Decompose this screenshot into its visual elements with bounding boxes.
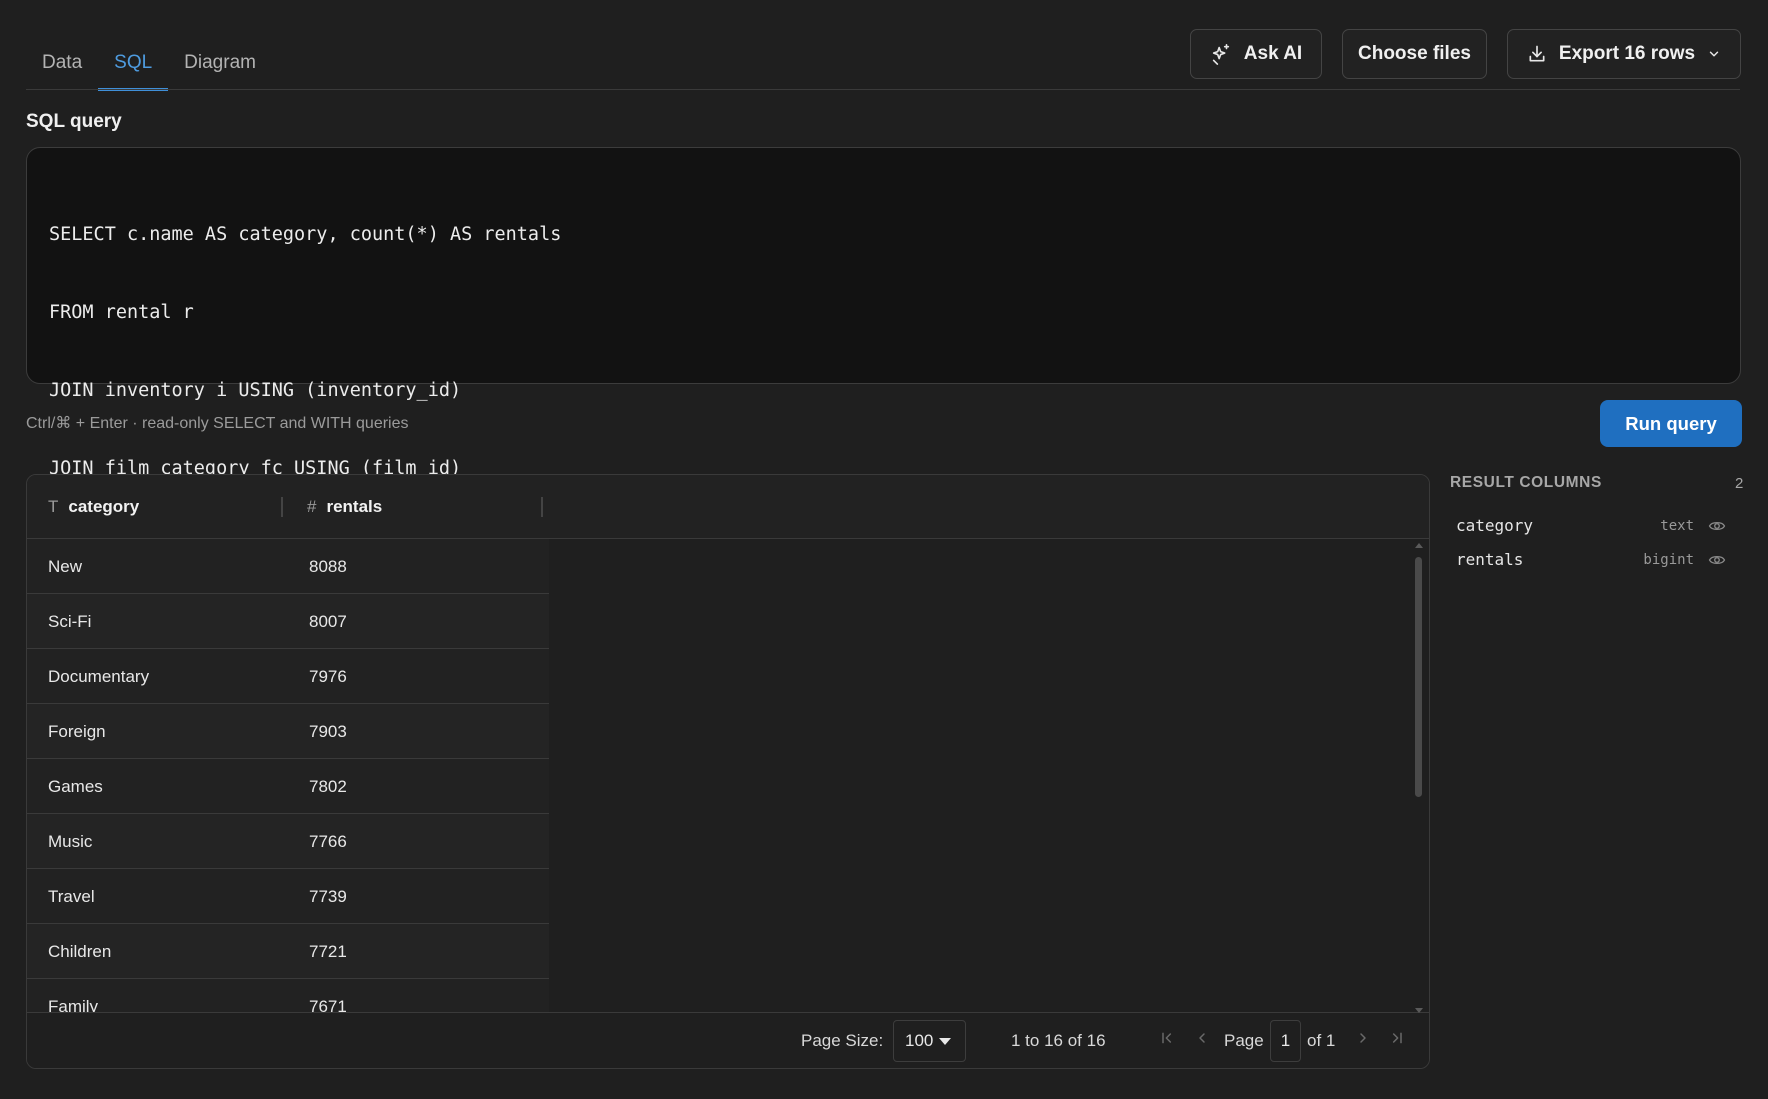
- column-type: text: [1660, 518, 1694, 534]
- sql-line: SELECT c.name AS category, count(*) AS r…: [49, 224, 562, 245]
- export-label: Export 16 rows: [1558, 43, 1696, 64]
- cell-rentals: 8088: [309, 556, 347, 576]
- table-row[interactable]: New 8088: [27, 539, 549, 594]
- eye-icon[interactable]: [1708, 551, 1726, 574]
- table-row[interactable]: Family 7671: [27, 979, 549, 1013]
- last-page-button[interactable]: [1387, 1029, 1407, 1051]
- export-button[interactable]: Export 16 rows: [1507, 29, 1741, 79]
- table-row[interactable]: Games 7802: [27, 759, 549, 814]
- sql-editor[interactable]: SELECT c.name AS category, count(*) AS r…: [26, 147, 1741, 635]
- ask-ai-label: Ask AI: [1243, 43, 1303, 64]
- table-row[interactable]: Foreign 7903: [27, 704, 549, 759]
- scroll-down-arrow[interactable]: [1415, 1008, 1423, 1013]
- ask-ai-button[interactable]: Ask AI: [1190, 29, 1322, 79]
- column-resize-handle[interactable]: [541, 497, 543, 517]
- cell-rentals: 7739: [309, 886, 347, 906]
- sql-line: JOIN inventory i USING (inventory_id): [49, 380, 462, 401]
- result-column-item: category text: [1450, 510, 1740, 542]
- next-page-button[interactable]: [1353, 1029, 1373, 1051]
- tab-diagram[interactable]: Diagram: [168, 36, 272, 90]
- cell-category: Games: [48, 776, 103, 796]
- pagination-bar: Page Size: 100 1 to 16 of 16 Page 1 of 1: [27, 1012, 1429, 1068]
- cell-category: Travel: [48, 886, 95, 906]
- result-column-item: rentals bigint: [1450, 544, 1740, 576]
- tab-sql[interactable]: SQL: [98, 36, 169, 91]
- result-columns-title: RESULT COLUMNS: [1450, 474, 1602, 491]
- cell-category: Sci-Fi: [48, 611, 92, 631]
- table-row[interactable]: Travel 7739: [27, 869, 549, 924]
- cell-rentals: 7721: [309, 941, 347, 961]
- cell-rentals: 7903: [309, 721, 347, 741]
- chevron-down-icon: [1707, 47, 1721, 61]
- table-row[interactable]: Documentary 7976: [27, 649, 549, 704]
- column-name: rentals: [1456, 550, 1524, 569]
- first-page-icon: [1159, 1030, 1175, 1051]
- eye-icon[interactable]: [1708, 517, 1726, 540]
- column-header-category[interactable]: T category: [48, 475, 139, 539]
- column-header-label: category: [68, 497, 140, 516]
- tab-divider: [26, 89, 1740, 90]
- tab-data[interactable]: Data: [26, 36, 98, 90]
- results-grid: T category # rentals New 8088 Sci-Fi 800…: [26, 474, 1430, 1069]
- column-resize-handle[interactable]: [281, 497, 283, 517]
- page-number-input[interactable]: 1: [1270, 1020, 1301, 1062]
- page-size-select[interactable]: 100: [893, 1020, 966, 1062]
- run-query-button[interactable]: Run query: [1600, 400, 1742, 447]
- vertical-scrollbar[interactable]: [1413, 543, 1423, 1013]
- caret-down-icon: [939, 1037, 952, 1045]
- result-columns-count: 2: [1735, 475, 1744, 492]
- cell-category: Children: [48, 941, 112, 961]
- cell-rentals: 8007: [309, 611, 347, 631]
- column-type: bigint: [1643, 552, 1694, 568]
- cell-category: Foreign: [48, 721, 106, 741]
- cell-category: Family: [48, 996, 99, 1014]
- cell-rentals: 7766: [309, 831, 347, 851]
- chevron-left-icon: [1194, 1030, 1210, 1051]
- text-type-icon: T: [48, 497, 59, 516]
- cell-category: Documentary: [48, 666, 150, 686]
- cell-category: Music: [48, 831, 93, 851]
- grid-header: T category # rentals: [27, 475, 1429, 539]
- sql-line: FROM rental r: [49, 302, 194, 323]
- row-range: 1 to 16 of 16: [1011, 1031, 1106, 1050]
- last-page-icon: [1389, 1030, 1405, 1051]
- table-row[interactable]: Children 7721: [27, 924, 549, 979]
- shortcut-hint: Ctrl/⌘ + Enter · read-only SELECT and WI…: [26, 415, 409, 432]
- first-page-button[interactable]: [1157, 1029, 1177, 1051]
- page-label: Page: [1224, 1031, 1264, 1050]
- page-size-value: 100: [905, 1031, 934, 1050]
- tab-bar: Data SQL Diagram: [26, 36, 272, 91]
- column-name: category: [1456, 516, 1534, 535]
- page-size-label: Page Size:: [801, 1031, 884, 1050]
- cell-category: New: [48, 556, 83, 576]
- cell-rentals: 7976: [309, 666, 347, 686]
- cell-rentals: 7802: [309, 776, 347, 796]
- choose-files-button[interactable]: Choose files: [1342, 29, 1487, 79]
- table-row[interactable]: Sci-Fi 8007: [27, 594, 549, 649]
- choose-files-label: Choose files: [1358, 43, 1471, 64]
- chevron-right-icon: [1355, 1030, 1371, 1051]
- table-row[interactable]: Music 7766: [27, 814, 549, 869]
- column-header-label: rentals: [326, 497, 383, 516]
- previous-page-button[interactable]: [1192, 1029, 1212, 1051]
- number-type-icon: #: [307, 497, 317, 516]
- grid-body: New 8088 Sci-Fi 8007 Documentary 7976 Fo…: [27, 539, 1429, 1013]
- download-icon: [1527, 44, 1547, 64]
- cell-rentals: 7671: [309, 996, 347, 1014]
- scroll-up-arrow[interactable]: [1415, 543, 1423, 548]
- scrollbar-thumb[interactable]: [1415, 557, 1422, 797]
- sparkle-icon: [1210, 43, 1232, 65]
- sql-query-label: SQL query: [26, 111, 122, 132]
- column-header-rentals[interactable]: # rentals: [307, 475, 382, 539]
- page-total: of 1: [1307, 1031, 1336, 1050]
